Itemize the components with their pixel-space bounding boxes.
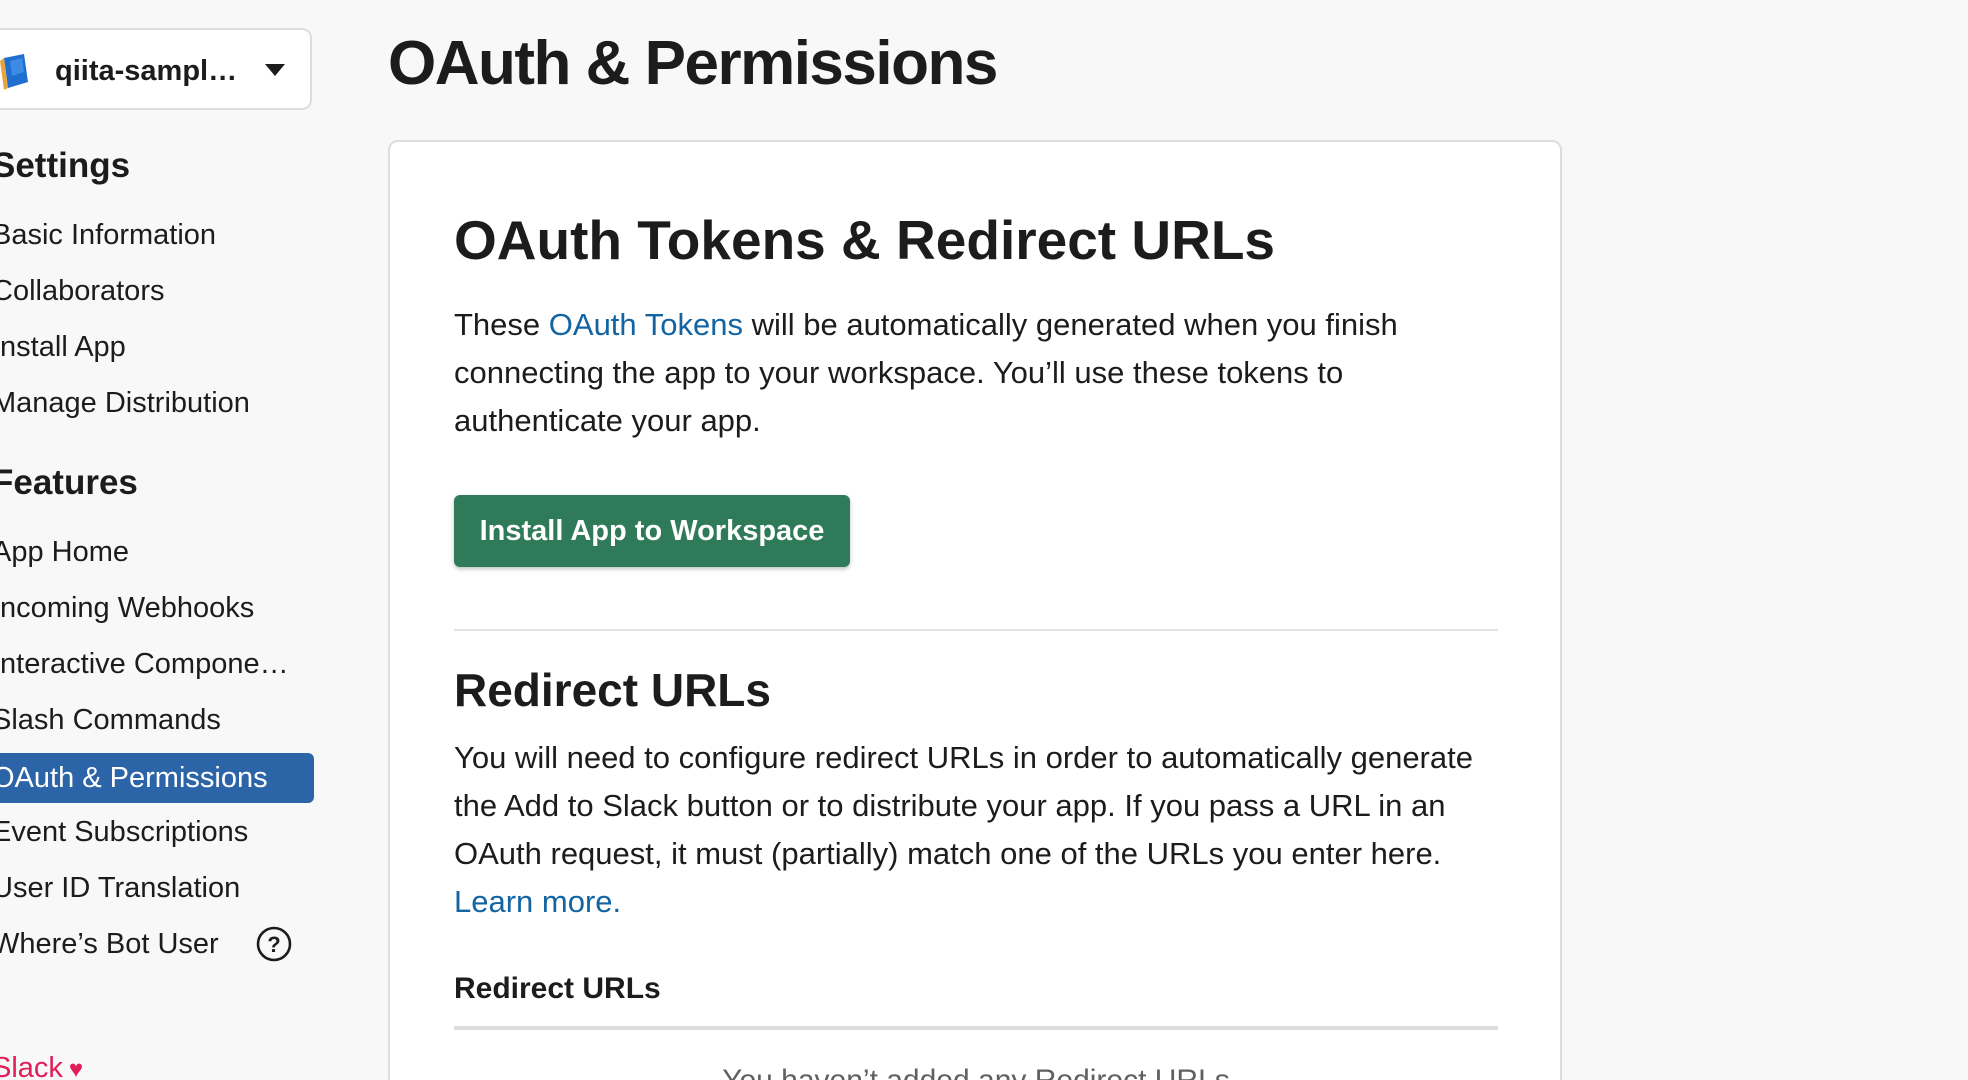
sidebar-item-app-home[interactable]: App Home xyxy=(0,527,129,577)
table-header-rule xyxy=(454,1026,1498,1030)
oauth-tokens-link[interactable]: OAuth Tokens xyxy=(549,307,743,342)
page: qiita-sampl… Settings Basic Information … xyxy=(0,0,1968,1080)
redirect-urls-table-heading: Redirect URLs xyxy=(454,972,661,1005)
section-divider xyxy=(454,629,1498,631)
sidebar-item-slash-commands[interactable]: Slash Commands xyxy=(0,695,221,745)
tokens-description: These OAuth Tokens will be automatically… xyxy=(454,301,1498,445)
tokens-section-title: OAuth Tokens & Redirect URLs xyxy=(454,209,1276,271)
app-book-icon xyxy=(0,54,28,90)
chevron-down-icon xyxy=(265,64,285,76)
redirect-description-text: You will need to configure redirect URLs… xyxy=(454,740,1473,871)
sidebar: qiita-sampl… Settings Basic Information … xyxy=(0,0,320,1080)
sidebar-item-collaborators[interactable]: Collaborators xyxy=(0,266,164,316)
oauth-card: OAuth Tokens & Redirect URLs These OAuth… xyxy=(388,140,1562,1080)
help-icon[interactable]: ? xyxy=(256,926,292,962)
sidebar-item-interactive-components[interactable]: Interactive Compone… xyxy=(0,639,289,689)
page-title: OAuth & Permissions xyxy=(388,29,998,98)
sidebar-item-oauth-permissions[interactable]: OAuth & Permissions xyxy=(0,753,314,803)
app-switcher[interactable]: qiita-sampl… xyxy=(0,28,312,110)
svg-text:?: ? xyxy=(267,932,280,957)
sidebar-item-wheres-bot-user[interactable]: Where’s Bot User xyxy=(0,919,219,969)
sidebar-item-event-subscriptions[interactable]: Event Subscriptions xyxy=(0,807,248,857)
features-section-title: Features xyxy=(0,463,138,502)
sidebar-item-incoming-webhooks[interactable]: Incoming Webhooks xyxy=(0,583,254,633)
sidebar-item-basic-information[interactable]: Basic Information xyxy=(0,210,216,260)
learn-more-link[interactable]: Learn more. xyxy=(454,884,621,919)
settings-section-title: Settings xyxy=(0,146,131,185)
redirect-section-title: Redirect URLs xyxy=(454,664,771,716)
redirect-description: You will need to configure redirect URLs… xyxy=(454,734,1498,926)
redirect-urls-empty-message: You haven’t added any Redirect URLs xyxy=(454,1064,1498,1080)
sidebar-item-manage-distribution[interactable]: Manage Distribution xyxy=(0,378,250,428)
sidebar-item-user-id-translation[interactable]: User ID Translation xyxy=(0,863,240,913)
heart-icon: ♥ xyxy=(68,1056,84,1080)
app-name: qiita-sampl… xyxy=(55,55,238,87)
tokens-description-before: These xyxy=(454,307,549,342)
slack-footer-link[interactable]: Slack ♥ xyxy=(0,1052,83,1080)
slack-footer-label: Slack xyxy=(0,1052,63,1080)
sidebar-item-install-app[interactable]: Install App xyxy=(0,322,126,372)
install-app-to-workspace-button[interactable]: Install App to Workspace xyxy=(454,495,850,567)
